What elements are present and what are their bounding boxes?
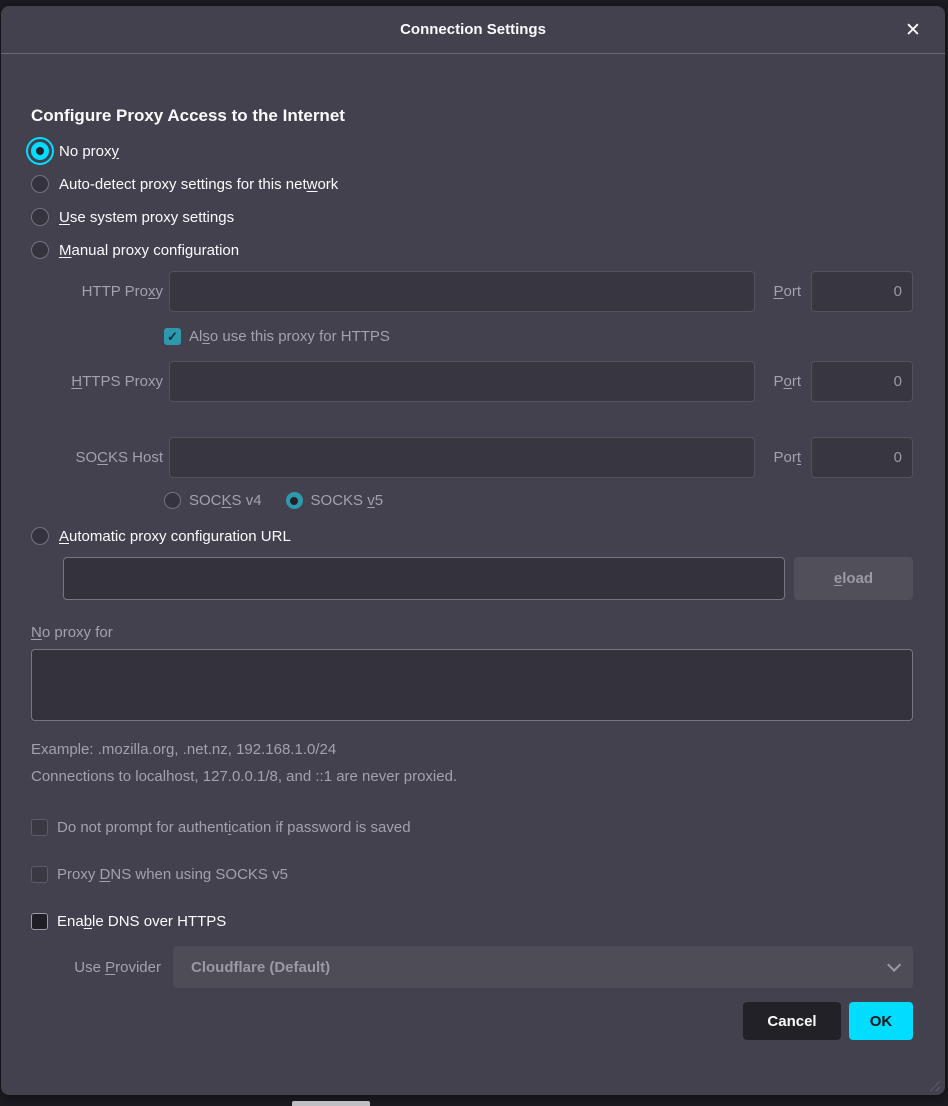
auto-url-input[interactable]: [63, 557, 785, 600]
https-port-label: Port: [761, 373, 805, 390]
radio-no-proxy[interactable]: [31, 142, 49, 160]
also-https-label: Also use this proxy for HTTPS: [189, 328, 390, 345]
https-proxy-input[interactable]: [169, 361, 755, 402]
provider-row: Use Provider Cloudflare (Default): [31, 946, 913, 988]
ok-button[interactable]: OK: [849, 1002, 913, 1040]
radio-system-proxy-label: Use system proxy settings: [59, 209, 234, 226]
socks-version-row: SOCKS v4 SOCKS v5: [31, 492, 913, 509]
dialog-action-row: Cancel OK: [31, 1002, 913, 1040]
auto-url-input-row: eload: [63, 557, 913, 600]
no-proxy-for-textarea[interactable]: [31, 649, 913, 721]
page-title: Configure Proxy Access to the Internet: [31, 106, 913, 126]
radio-auto-url[interactable]: [31, 527, 49, 545]
socks-v5-label: SOCKS v5: [311, 492, 384, 509]
dialog-content: Configure Proxy Access to the Internet N…: [1, 54, 945, 1040]
radio-auto-detect-label: Auto-detect proxy settings for this netw…: [59, 176, 338, 193]
dialog-title: Connection Settings: [400, 21, 546, 38]
socks-port-input[interactable]: [811, 437, 913, 478]
close-icon[interactable]: ✕: [899, 16, 927, 44]
radio-row-auto-detect[interactable]: Auto-detect proxy settings for this netw…: [31, 175, 913, 193]
dialog-titlebar: Connection Settings ✕: [1, 6, 945, 54]
socks-host-row: SOCKS Host Port: [31, 437, 913, 478]
proxy-dns-label: Proxy DNS when using SOCKS v5: [57, 866, 288, 883]
no-proxy-note-text: Connections to localhost, 127.0.0.1/8, a…: [31, 768, 913, 785]
connection-settings-dialog: Connection Settings ✕ Configure Proxy Ac…: [1, 6, 945, 1095]
socks-port-label: Port: [761, 449, 805, 466]
also-https-checkbox[interactable]: ✓: [164, 328, 181, 345]
http-proxy-input[interactable]: [169, 271, 755, 312]
radio-manual-proxy-label: Manual proxy configuration: [59, 242, 239, 259]
enable-doh-label: Enable DNS over HTTPS: [57, 913, 226, 930]
radio-socks-v4[interactable]: [164, 492, 181, 509]
https-proxy-row: HTTPS Proxy Port: [31, 361, 913, 402]
http-port-label: Port: [761, 283, 805, 300]
https-proxy-label: HTTPS Proxy: [31, 373, 163, 390]
socks-v5-option[interactable]: SOCKS v5: [286, 492, 384, 509]
manual-proxy-section: HTTP Proxy Port ✓ Also use this proxy fo…: [31, 271, 913, 509]
auth-prompt-label: Do not prompt for authentication if pass…: [57, 819, 411, 836]
enable-doh-checkbox[interactable]: [31, 913, 48, 930]
resize-gripper[interactable]: [927, 1078, 940, 1091]
radio-row-no-proxy[interactable]: No proxy: [31, 142, 913, 160]
socks-version-group: SOCKS v4 SOCKS v5: [164, 492, 755, 509]
also-https-wrap[interactable]: ✓ Also use this proxy for HTTPS: [164, 328, 755, 345]
provider-select[interactable]: Cloudflare (Default): [173, 946, 913, 988]
http-proxy-row: HTTP Proxy Port: [31, 271, 913, 312]
socks-host-input[interactable]: [169, 437, 755, 478]
auth-prompt-checkbox[interactable]: [31, 819, 48, 836]
auth-prompt-row[interactable]: Do not prompt for authentication if pass…: [31, 819, 913, 836]
radio-row-system-proxy[interactable]: Use system proxy settings: [31, 208, 913, 226]
radio-system-proxy[interactable]: [31, 208, 49, 226]
radio-auto-detect[interactable]: [31, 175, 49, 193]
reload-button[interactable]: eload: [794, 557, 913, 600]
no-proxy-example-text: Example: .mozilla.org, .net.nz, 192.168.…: [31, 741, 913, 758]
proxy-dns-checkbox[interactable]: [31, 866, 48, 883]
use-provider-label: Use Provider: [31, 959, 161, 976]
socks-host-label: SOCKS Host: [31, 449, 163, 466]
no-proxy-for-label: No proxy for: [31, 624, 913, 641]
enable-doh-row[interactable]: Enable DNS over HTTPS: [31, 913, 913, 930]
radio-row-auto-url[interactable]: Automatic proxy configuration URL: [31, 527, 913, 545]
also-https-row: ✓ Also use this proxy for HTTPS: [31, 328, 913, 345]
radio-manual-proxy[interactable]: [31, 241, 49, 259]
chevron-down-icon: [887, 958, 901, 972]
provider-selected-value: Cloudflare (Default): [191, 959, 887, 976]
http-port-input[interactable]: [811, 271, 913, 312]
https-port-input[interactable]: [811, 361, 913, 402]
radio-row-manual-proxy[interactable]: Manual proxy configuration: [31, 241, 913, 259]
proxy-dns-row[interactable]: Proxy DNS when using SOCKS v5: [31, 866, 913, 883]
socks-v4-option[interactable]: SOCKS v4: [164, 492, 262, 509]
cancel-button[interactable]: Cancel: [743, 1002, 841, 1040]
radio-no-proxy-label: No proxy: [59, 143, 119, 160]
radio-socks-v5[interactable]: [286, 492, 303, 509]
no-proxy-for-area: [31, 649, 913, 725]
http-proxy-label: HTTP Proxy: [31, 283, 163, 300]
background-page-fragment: [292, 1101, 370, 1106]
socks-v4-label: SOCKS v4: [189, 492, 262, 509]
radio-auto-url-label: Automatic proxy configuration URL: [59, 528, 291, 545]
